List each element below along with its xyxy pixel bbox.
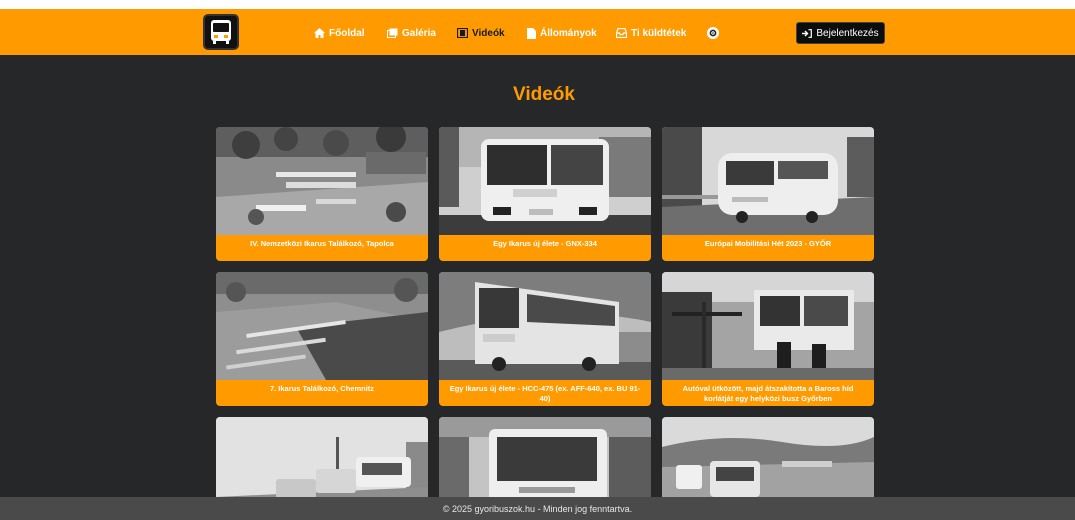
nav-videos-label: Videók [472, 27, 505, 39]
images-icon [387, 28, 398, 38]
copyright-text: © 2025 gyoribuszok.hu - Minden jog fennt… [442, 503, 633, 514]
nav-submissions-label: Ti küldtétek [631, 27, 687, 39]
video-card[interactable]: Egy Ikarus új élete - GNX-334 [439, 127, 651, 261]
video-title[interactable]: Autóval ütközött, majd átszakította a Ba… [662, 380, 874, 404]
video-thumbnail[interactable] [216, 127, 428, 235]
video-thumbnail[interactable] [662, 127, 874, 235]
footer: © 2025 gyoribuszok.hu - Minden jog fennt… [0, 497, 1075, 520]
nav-videos[interactable]: Videók [457, 25, 505, 41]
video-card[interactable]: IV. Nemzetközi Ikarus Találkozó, Tapolca [216, 127, 428, 261]
nav-home-label: Főoldal [329, 27, 365, 39]
inbox-icon [616, 28, 627, 38]
home-icon [314, 28, 325, 38]
gear-icon [709, 29, 717, 37]
video-thumbnail[interactable] [439, 272, 651, 380]
video-card[interactable]: Európai Mobilitási Hét 2023 - GYŐR [662, 127, 874, 261]
nav-collections[interactable]: Állományok [527, 25, 597, 41]
login-button[interactable]: Bejelentkezés [796, 22, 885, 44]
nav-home[interactable]: Főoldal [314, 25, 365, 41]
video-title[interactable]: 7. Ikarus Találkozó, Chemnitz [216, 380, 428, 394]
document-icon [527, 27, 536, 39]
video-card[interactable]: Egy Ikarus új élete - HCC-475 (ex. AFF-6… [439, 272, 651, 406]
video-card[interactable]: Autóval ütközött, majd átszakította a Ba… [662, 272, 874, 406]
page-title: Videók [513, 84, 575, 105]
nav-submissions[interactable]: Ti küldtétek [616, 25, 686, 41]
video-card[interactable]: 7. Ikarus Találkozó, Chemnitz [216, 272, 428, 406]
top-strip [0, 0, 1075, 9]
nav-collections-label: Állományok [540, 27, 597, 39]
video-thumbnail[interactable] [662, 272, 874, 380]
nav-gallery[interactable]: Galéria [387, 25, 436, 41]
login-button-label: Bejelentkezés [816, 27, 879, 39]
video-thumbnail[interactable] [439, 127, 651, 235]
sign-in-icon [802, 28, 813, 38]
video-title[interactable]: Egy Ikarus új élete - HCC-475 (ex. AFF-6… [439, 380, 651, 404]
video-title[interactable]: IV. Nemzetközi Ikarus Találkozó, Tapolca [216, 235, 428, 249]
site-logo[interactable] [203, 14, 239, 50]
navbar: Főoldal Galéria Videók Állományok Ti kül… [0, 9, 1075, 55]
theme-toggle[interactable] [707, 27, 719, 39]
nav-gallery-label: Galéria [402, 27, 436, 39]
video-thumbnail[interactable] [216, 272, 428, 380]
bus-logo-icon [211, 20, 231, 44]
video-title[interactable]: Egy Ikarus új élete - GNX-334 [439, 235, 651, 249]
film-icon [457, 28, 468, 38]
video-title[interactable]: Európai Mobilitási Hét 2023 - GYŐR [662, 235, 874, 249]
